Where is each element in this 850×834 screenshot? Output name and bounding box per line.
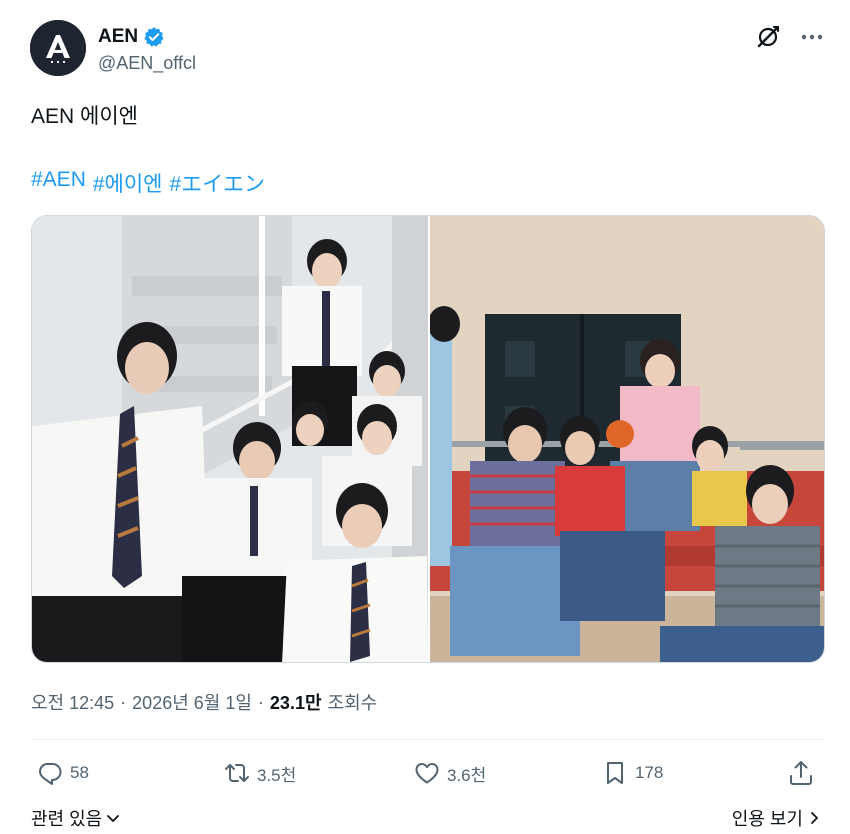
photo-left[interactable]: [32, 216, 428, 662]
photo-right[interactable]: [430, 216, 824, 662]
tweet-header: AEN @AEN_offcl: [30, 20, 825, 80]
author-handle[interactable]: @AEN_offcl: [98, 53, 196, 74]
reply-count: 58: [70, 763, 89, 782]
views-count: 23.1만: [269, 693, 322, 713]
see-quotes-label: 인용 보기: [731, 809, 803, 829]
reply-icon: [39, 763, 62, 785]
share-icon: [790, 761, 812, 785]
verified-badge-icon: [144, 27, 164, 47]
hashtags: #AEN #에이엔 #エイエン: [31, 168, 265, 198]
display-name[interactable]: AEN: [98, 26, 138, 48]
aen-logo: [30, 20, 86, 76]
tweet-date[interactable]: 2026년 6월 1일: [132, 689, 252, 715]
grok-icon[interactable]: [755, 24, 781, 50]
more-horizontal-icon[interactable]: [799, 24, 825, 50]
share-button[interactable]: [787, 756, 821, 790]
hashtag-link[interactable]: #AEN: [31, 168, 86, 198]
name-row: AEN: [98, 25, 165, 49]
heart-icon: [415, 763, 439, 784]
hashtag-link[interactable]: #에이엔: [93, 168, 163, 198]
related-label: 관련 있음: [31, 809, 103, 829]
action-bar: 58 3.5천 3.6천 178: [31, 756, 825, 790]
meta-separator: ·: [257, 691, 264, 712]
group-photo-bleachers: [430, 216, 824, 662]
bookmark-icon: [607, 762, 623, 784]
reply-button[interactable]: 58: [36, 756, 89, 790]
divider: [31, 739, 825, 740]
views-label: 조회수: [327, 693, 378, 713]
media-grid: [31, 215, 825, 663]
chevron-down-icon: [107, 815, 120, 822]
avatar[interactable]: [30, 20, 86, 76]
chevron-right-icon: [811, 812, 818, 824]
like-count: 3.6천: [447, 765, 487, 785]
repost-button[interactable]: 3.5천: [223, 756, 296, 790]
group-photo-stairs: [32, 216, 428, 662]
related-toggle[interactable]: 관련 있음: [31, 805, 121, 831]
repost-icon: [225, 764, 249, 782]
tweet-text: AEN 에이엔: [31, 105, 138, 128]
bookmark-button[interactable]: 178: [601, 756, 663, 790]
repost-count: 3.5천: [257, 765, 297, 785]
hashtag-link[interactable]: #エイエン: [170, 168, 265, 198]
top-actions: [755, 24, 825, 50]
tweet-time[interactable]: 오전 12:45: [31, 689, 114, 715]
meta-separator: ·: [120, 691, 127, 712]
like-button[interactable]: 3.6천: [413, 756, 486, 790]
bookmark-count: 178: [635, 763, 664, 782]
see-quotes-link[interactable]: 인용 보기: [732, 805, 822, 831]
tweet-meta: 오전 12:45 · 2026년 6월 1일 · 23.1만 조회수: [31, 689, 377, 715]
